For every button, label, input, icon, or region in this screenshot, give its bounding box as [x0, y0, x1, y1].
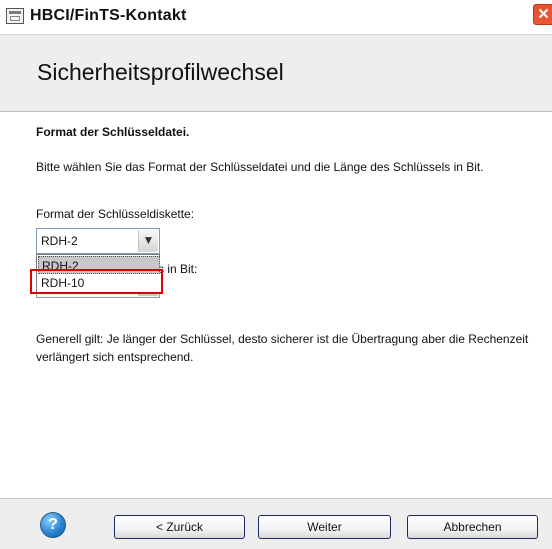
- app-icon: [6, 8, 24, 24]
- key-length-label-partial: s in Bit:: [158, 262, 198, 276]
- section-title: Format der Schlüsseldatei.: [36, 125, 190, 139]
- wizard-footer: ? < Zurück Weiter Abbrechen: [0, 498, 552, 549]
- dropdown-option-rdh-2[interactable]: RDH-2: [38, 256, 160, 274]
- help-icon[interactable]: ?: [40, 512, 66, 538]
- title-bar[interactable]: HBCI/FinTS-Kontakt ✕: [0, 0, 552, 34]
- cancel-button[interactable]: Abbrechen: [407, 515, 538, 539]
- format-select-value: RDH-2: [41, 234, 78, 248]
- format-label: Format der Schlüsseldiskette:: [36, 207, 195, 221]
- format-select[interactable]: RDH-2 ▼: [36, 228, 160, 254]
- back-button[interactable]: < Zurück: [114, 515, 245, 539]
- next-button[interactable]: Weiter: [258, 515, 391, 539]
- page-title: Sicherheitsprofilwechsel: [37, 59, 284, 85]
- wizard-window: HBCI/FinTS-Kontakt ✕ Sicherheitsprofilwe…: [0, 0, 552, 549]
- wizard-content: Format der Schlüsseldatei. Bitte wählen …: [0, 112, 552, 498]
- format-dropdown-list[interactable]: RDH-2 RDH-10: [36, 254, 160, 293]
- wizard-header: Sicherheitsprofilwechsel: [0, 34, 552, 112]
- general-info-text: Generell gilt: Je länger der Schlüssel, …: [36, 332, 529, 364]
- chevron-down-icon[interactable]: ▼: [138, 230, 158, 252]
- close-button[interactable]: ✕: [533, 4, 552, 25]
- intro-text: Bitte wählen Sie das Format der Schlüsse…: [36, 160, 484, 174]
- window-title: HBCI/FinTS-Kontakt: [30, 7, 187, 24]
- dropdown-option-rdh-10[interactable]: RDH-10: [38, 274, 160, 292]
